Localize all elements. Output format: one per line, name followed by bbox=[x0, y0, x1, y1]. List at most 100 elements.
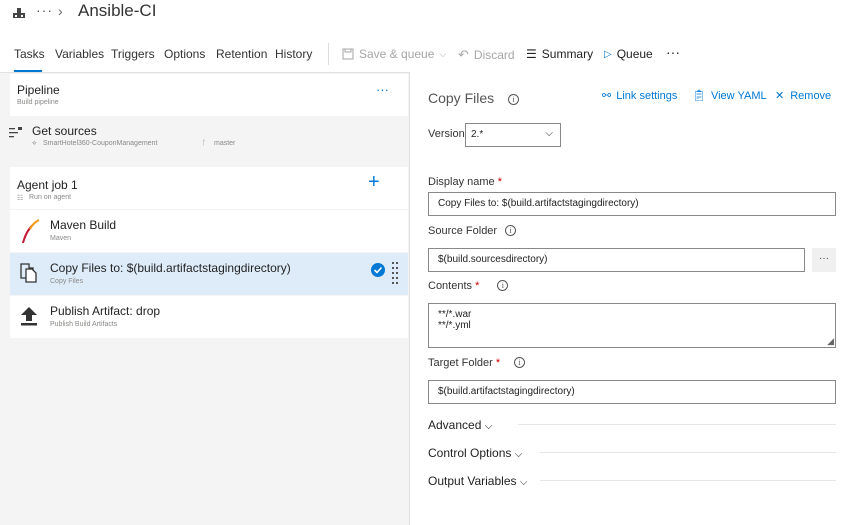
task-subtitle: Publish Build Artifacts bbox=[50, 321, 118, 328]
toolbar-divider bbox=[328, 43, 329, 65]
task-subtitle: Copy Files bbox=[50, 278, 84, 285]
tab-history[interactable]: History bbox=[275, 47, 312, 61]
get-sources-title: Get sources bbox=[32, 124, 97, 138]
copy-files-icon bbox=[20, 263, 37, 283]
display-name-label: Display name * bbox=[428, 176, 502, 188]
source-folder-field[interactable]: $(build.sourcesdirectory) bbox=[428, 248, 805, 272]
task-item-publish-artifact[interactable]: Publish Artifact: drop Publish Build Art… bbox=[10, 296, 408, 338]
pipeline-item[interactable]: Pipeline Build pipeline ··· bbox=[10, 74, 408, 116]
upload-arrow-icon bbox=[21, 307, 37, 326]
task-title: Copy Files to: $(build.artifactstagingdi… bbox=[50, 261, 291, 275]
panel-divider bbox=[409, 72, 410, 525]
task-title: Publish Artifact: drop bbox=[50, 304, 161, 318]
browse-button[interactable]: ··· bbox=[812, 248, 836, 272]
task-title: Maven Build bbox=[50, 218, 117, 232]
section-divider bbox=[540, 452, 836, 453]
build-pipeline-icon bbox=[13, 8, 25, 18]
pipeline-more-button[interactable]: ··· bbox=[376, 82, 389, 97]
source-folder-label: Source Folder i bbox=[428, 225, 517, 237]
queue-button[interactable]: ▷ Queue bbox=[604, 47, 653, 61]
agent-icon: ☷ bbox=[17, 195, 24, 202]
chevron-down-icon: ⌵ bbox=[439, 48, 447, 59]
close-icon: ✕ bbox=[775, 90, 785, 102]
tab-options[interactable]: Options bbox=[164, 47, 205, 61]
view-yaml-button[interactable]: 📋︎ View YAML bbox=[692, 89, 767, 103]
remove-button[interactable]: ✕ Remove bbox=[775, 89, 832, 103]
summary-label: Summary bbox=[541, 47, 594, 61]
section-divider bbox=[540, 480, 836, 481]
app-header: ··· › Ansible-CI bbox=[0, 0, 854, 30]
page-title: Ansible-CI bbox=[78, 1, 157, 20]
chevron-down-icon: ⌵ bbox=[545, 128, 553, 139]
info-icon[interactable]: i bbox=[497, 280, 509, 291]
queue-label: Queue bbox=[616, 47, 653, 61]
save-queue-label: Save & queue bbox=[359, 47, 435, 61]
advanced-section-toggle[interactable]: Advanced ⌵ bbox=[428, 418, 492, 432]
tab-tasks[interactable]: Tasks bbox=[14, 47, 45, 61]
task-details-title: Copy Files i bbox=[428, 90, 520, 106]
link-icon: ⚯ bbox=[602, 90, 612, 102]
version-label: Version bbox=[428, 128, 465, 140]
output-variables-section-toggle[interactable]: Output Variables ⌵ bbox=[428, 474, 527, 488]
save-icon bbox=[342, 48, 354, 60]
task-item-copy-files[interactable]: Copy Files to: $(build.artifactstagingdi… bbox=[10, 253, 408, 295]
maven-feather-icon bbox=[22, 219, 40, 243]
get-sources-repo: SmartHotel360-CouponManagement bbox=[43, 140, 158, 147]
summary-button[interactable]: ☰ Summary bbox=[526, 47, 593, 61]
play-icon: ▷ bbox=[604, 48, 612, 60]
contents-label: Contents * i bbox=[428, 280, 509, 292]
chevron-down-icon: ⌵ bbox=[519, 477, 528, 488]
required-marker: * bbox=[495, 357, 501, 369]
required-marker: * bbox=[497, 176, 502, 188]
chevron-down-icon: ⌵ bbox=[484, 421, 493, 432]
add-task-button[interactable]: + bbox=[368, 171, 380, 194]
list-icon: ☰ bbox=[526, 47, 537, 61]
discard-label: Discard bbox=[473, 48, 515, 62]
drag-handle-icon[interactable] bbox=[392, 262, 398, 284]
undo-icon: ↶ bbox=[458, 47, 469, 62]
version-value: 2.* bbox=[471, 129, 484, 140]
link-settings-button[interactable]: ⚯ Link settings bbox=[602, 89, 678, 103]
contents-line: **/*.war bbox=[438, 309, 472, 320]
save-queue-button[interactable]: Save & queue ⌵ bbox=[342, 47, 446, 61]
target-folder-label: Target Folder * i bbox=[428, 357, 526, 369]
repo-icon: ⟡ bbox=[32, 140, 37, 147]
contents-line: **/*.yml bbox=[438, 320, 471, 331]
branch-icon: ᚴ bbox=[202, 140, 207, 147]
pipeline-subtitle: Build pipeline bbox=[17, 99, 59, 106]
tab-retention[interactable]: Retention bbox=[216, 47, 267, 61]
control-options-section-toggle[interactable]: Control Options ⌵ bbox=[428, 446, 522, 460]
toolbar-more-button[interactable]: ··· bbox=[666, 44, 680, 60]
get-sources-item[interactable]: Get sources ⟡ SmartHotel360-CouponManage… bbox=[0, 117, 409, 157]
info-icon[interactable]: i bbox=[508, 94, 520, 105]
checkmark-icon bbox=[371, 263, 385, 277]
display-name-field[interactable]: Copy Files to: $(build.artifactstagingdi… bbox=[428, 192, 836, 216]
discard-button[interactable]: ↶ Discard bbox=[458, 47, 515, 63]
required-marker: * bbox=[475, 280, 480, 292]
target-folder-field[interactable]: $(build.artifactstagingdirectory) bbox=[428, 380, 836, 404]
agent-job-title: Agent job 1 bbox=[17, 178, 78, 192]
tab-variables[interactable]: Variables bbox=[55, 47, 104, 61]
clipboard-icon: 📋︎ bbox=[692, 90, 706, 102]
breadcrumb-more-button[interactable]: ··· bbox=[36, 2, 53, 18]
remove-label: Remove bbox=[790, 89, 832, 102]
tab-triggers[interactable]: Triggers bbox=[111, 47, 155, 61]
info-icon[interactable]: i bbox=[505, 225, 517, 236]
task-subtitle: Maven bbox=[50, 235, 72, 242]
pipeline-title: Pipeline bbox=[17, 83, 60, 97]
task-list-panel: Pipeline Build pipeline ··· Get sources … bbox=[0, 72, 409, 525]
resize-grip-icon[interactable]: ◢ bbox=[827, 336, 834, 347]
version-select[interactable]: 2.* ⌵ bbox=[465, 123, 561, 147]
link-settings-label: Link settings bbox=[616, 89, 678, 102]
sources-icon bbox=[9, 127, 22, 138]
view-yaml-label: View YAML bbox=[710, 89, 767, 102]
contents-textarea[interactable]: **/*.war **/*.yml ◢ bbox=[428, 303, 836, 348]
section-divider bbox=[518, 424, 836, 425]
agent-job-subtitle: Run on agent bbox=[29, 194, 72, 201]
chevron-down-icon: ⌵ bbox=[514, 449, 523, 460]
get-sources-branch: master bbox=[214, 140, 236, 147]
info-icon[interactable]: i bbox=[514, 357, 526, 368]
agent-job-item[interactable]: Agent job 1 ☷ Run on agent + bbox=[10, 167, 408, 209]
task-item-maven[interactable]: Maven Build Maven bbox=[10, 210, 408, 252]
breadcrumb-chevron-icon: › bbox=[58, 3, 63, 19]
